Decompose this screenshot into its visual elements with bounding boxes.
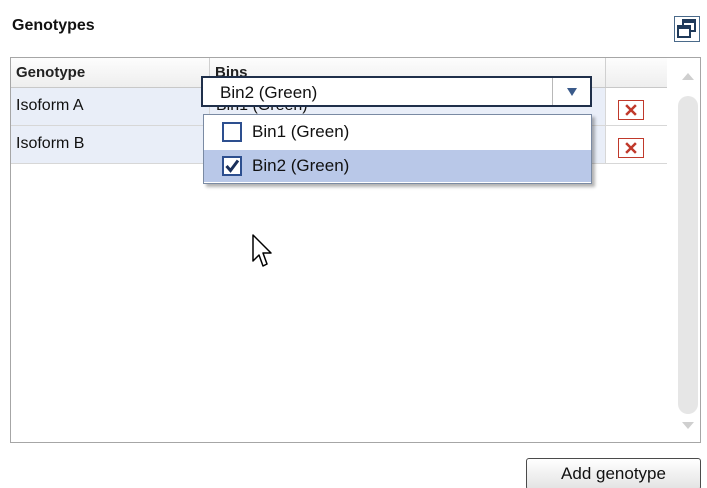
bins-select-value: Bin2 (Green) [220, 83, 318, 102]
column-header-actions [606, 58, 667, 87]
dropdown-option[interactable]: Bin1 (Green) [204, 116, 591, 148]
delete-row-button[interactable] [618, 100, 644, 120]
scroll-down-icon[interactable] [680, 419, 696, 433]
popout-button[interactable] [674, 16, 700, 42]
mouse-cursor-icon [252, 234, 272, 267]
vertical-scrollbar[interactable] [677, 59, 699, 441]
delete-row-button[interactable] [618, 138, 644, 158]
dropdown-arrow-icon [566, 88, 577, 96]
scroll-up-icon[interactable] [680, 69, 696, 83]
actions-cell [606, 88, 667, 126]
genotypes-panel: Genotypes Genotype Bins Isoform A Bin1 (… [0, 0, 707, 488]
delete-x-icon [625, 142, 637, 154]
dropdown-toggle[interactable] [552, 78, 590, 105]
dropdown-option-highlighted[interactable]: Bin2 (Green) [204, 150, 591, 182]
scroll-track[interactable] [678, 96, 698, 414]
checked-checkbox-icon[interactable] [222, 156, 242, 176]
add-genotype-button[interactable]: Add genotype [526, 458, 701, 488]
column-header-genotype[interactable]: Genotype [11, 58, 210, 87]
popout-window-icon [677, 19, 696, 38]
dropdown-option-label: Bin1 (Green) [252, 122, 350, 141]
genotype-cell[interactable]: Isoform A [11, 88, 210, 126]
bins-dropdown-list: Bin1 (Green) Bin2 (Green) [203, 114, 592, 184]
actions-cell [606, 126, 667, 164]
panel-title: Genotypes [12, 17, 95, 34]
dropdown-option-label: Bin2 (Green) [252, 156, 350, 175]
unchecked-checkbox-icon[interactable] [222, 122, 242, 142]
bins-select[interactable]: Bin2 (Green) [201, 76, 592, 107]
delete-x-icon [625, 104, 637, 116]
genotype-cell[interactable]: Isoform B [11, 126, 210, 164]
